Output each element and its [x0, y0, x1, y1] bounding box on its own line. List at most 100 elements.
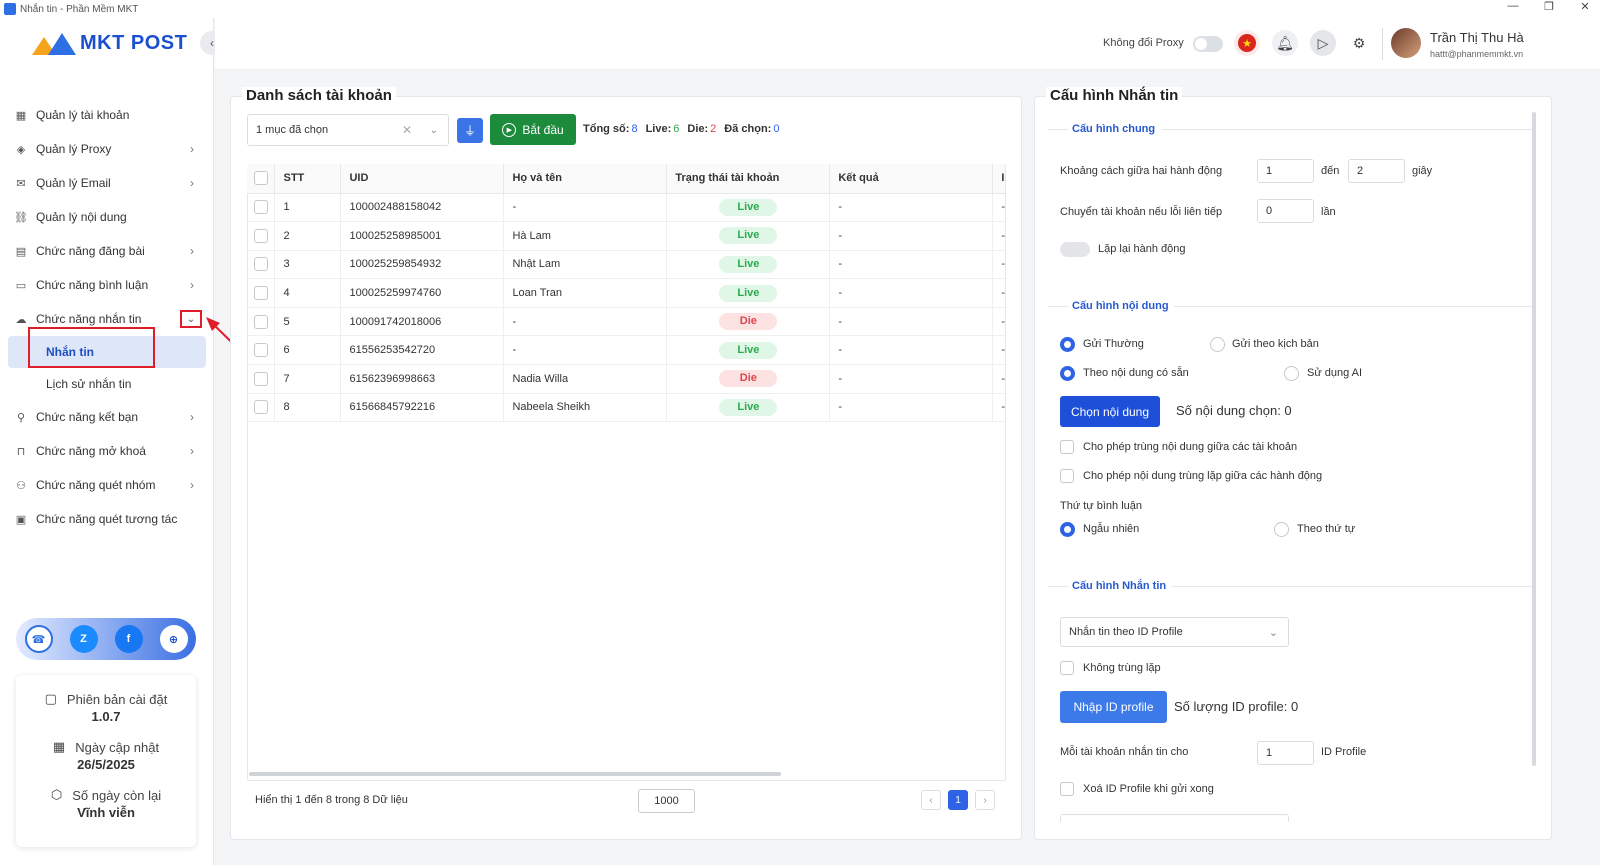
- box-icon: ⬡: [50, 787, 63, 802]
- sidebar-item-label: Chức năng bình luận: [36, 278, 149, 292]
- account-select[interactable]: 1 mục đã chọn ✕ ⌄: [247, 114, 449, 146]
- no-dup-checkbox[interactable]: [1060, 661, 1074, 675]
- sidebar-item-scan-group[interactable]: ⚇ Chức năng quét nhóm ›: [0, 468, 214, 502]
- delay-to-input[interactable]: 2: [1348, 159, 1405, 183]
- chevron-down-icon[interactable]: ⌄: [180, 310, 202, 328]
- start-button[interactable]: ▶ Bắt đầu: [490, 114, 576, 145]
- close-button[interactable]: ✕: [1578, 0, 1592, 13]
- table-row[interactable]: 7 61562396998663 Nadia Willa Die - -: [247, 364, 1005, 394]
- col-result[interactable]: Kết quả: [829, 164, 994, 194]
- by-content-radio[interactable]: [1060, 366, 1075, 381]
- repeat-toggle[interactable]: [1060, 242, 1090, 257]
- sidebar-item-scan-interaction[interactable]: ▣ Chức năng quét tương tác: [0, 502, 214, 536]
- table-row[interactable]: 8 61566845792216 Nabeela Sheikh Live - -: [247, 393, 1005, 423]
- prev-page-button[interactable]: ‹: [921, 790, 941, 810]
- facebook-icon[interactable]: f: [114, 625, 143, 653]
- mail-icon: ✉: [16, 177, 26, 190]
- per-account-input[interactable]: 1: [1257, 741, 1314, 765]
- table-row[interactable]: 2 100025258985001 Hà Lam Live - -: [247, 221, 1005, 251]
- cell-extra: -: [992, 393, 1005, 423]
- col-extra[interactable]: I: [992, 164, 1005, 194]
- col-name[interactable]: Họ và tên: [503, 164, 668, 194]
- row-checkbox[interactable]: [254, 286, 268, 301]
- cell-uid: 61562396998663: [340, 364, 505, 394]
- choose-content-button[interactable]: Chọn nội dung: [1060, 396, 1160, 427]
- bell-icon[interactable]: 🔔︎: [1272, 30, 1298, 56]
- sidebar-item-unlock[interactable]: ⊓ Chức năng mở khoá ›: [0, 434, 214, 468]
- delete-after-checkbox[interactable]: [1060, 782, 1074, 796]
- zalo-icon[interactable]: Z: [69, 625, 98, 653]
- message-mode-select[interactable]: Nhắn tin theo ID Profile ⌄: [1060, 617, 1289, 647]
- row-checkbox[interactable]: [254, 200, 268, 215]
- row-checkbox[interactable]: [254, 228, 268, 243]
- page-button[interactable]: 1: [948, 790, 968, 810]
- vietnam-flag-icon[interactable]: ★: [1234, 30, 1260, 56]
- col-status[interactable]: Trạng thái tài khoản: [666, 164, 831, 194]
- allow-dup-actions-checkbox[interactable]: [1060, 469, 1074, 483]
- top-bar: Không đổi Proxy ★ 🔔︎ ▷ ⚙ Trần Thị Thu Hà…: [215, 18, 1600, 70]
- sidebar-subitem-history[interactable]: Lịch sử nhắn tin: [0, 368, 214, 400]
- row-checkbox[interactable]: [254, 257, 268, 272]
- row-checkbox[interactable]: [254, 400, 268, 415]
- page-size-input[interactable]: 1000: [638, 789, 695, 813]
- chevron-right-icon: ›: [190, 176, 194, 190]
- filter-button[interactable]: ⏚: [457, 118, 483, 143]
- status-badge: Live: [719, 341, 778, 359]
- calendar-icon: ▦: [52, 739, 66, 754]
- table-row[interactable]: 1 100002488158042- Live - -: [247, 193, 1005, 223]
- cell-result: -: [829, 221, 994, 251]
- sidebar-item-accounts[interactable]: ▦ Quản lý tài khoản: [0, 98, 214, 132]
- sequential-radio[interactable]: [1274, 522, 1289, 537]
- row-checkbox-cell: [247, 221, 276, 251]
- switch-account-input[interactable]: 0: [1257, 199, 1314, 223]
- sidebar-item-label: Quản lý Proxy: [36, 142, 112, 156]
- clear-icon[interactable]: ✕: [402, 123, 412, 137]
- vertical-scrollbar[interactable]: [1532, 112, 1536, 766]
- cell-status: Live: [666, 250, 831, 280]
- random-radio[interactable]: [1060, 522, 1075, 537]
- table-row[interactable]: 6 61556253542720- Live - -: [247, 335, 1005, 366]
- chat-icon: ☁: [15, 313, 27, 326]
- cell-uid: 61556253542720: [340, 335, 505, 366]
- gear-icon[interactable]: ⚙: [1346, 30, 1372, 56]
- allow-dup-accounts-checkbox[interactable]: [1060, 440, 1074, 454]
- sidebar-item-email[interactable]: ✉ Quản lý Email ›: [0, 166, 214, 200]
- select-all-checkbox[interactable]: [254, 171, 268, 186]
- row-checkbox[interactable]: [254, 343, 268, 358]
- delay-from-input[interactable]: 1: [1257, 159, 1314, 183]
- chevron-right-icon: ›: [190, 278, 194, 292]
- highlight-box: [28, 327, 155, 368]
- remaining-row: ⬡ Số ngày còn lại: [28, 785, 184, 805]
- sidebar-item-label: Quản lý Email: [36, 176, 111, 190]
- col-uid[interactable]: UID: [340, 164, 505, 194]
- logo[interactable]: MKT POST: [32, 32, 187, 55]
- minimize-button[interactable]: —: [1506, 0, 1520, 13]
- horizontal-scrollbar[interactable]: [249, 772, 781, 776]
- table-row[interactable]: 4 100025259974760 Loan Tran Live - -: [247, 278, 1005, 308]
- sidebar-item-content[interactable]: ⛓ Quản lý nội dung: [0, 200, 214, 234]
- globe-icon[interactable]: ⊕: [159, 625, 188, 653]
- import-id-button[interactable]: Nhập ID profile: [1060, 691, 1167, 723]
- maximize-button[interactable]: ❐: [1542, 0, 1556, 13]
- sidebar-item-post[interactable]: ▤ Chức năng đăng bài ›: [0, 234, 214, 268]
- row-checkbox[interactable]: [254, 314, 268, 329]
- send-normal-radio[interactable]: [1060, 337, 1075, 352]
- sidebar-item-label: Chức năng quét tương tác: [36, 512, 178, 526]
- proxy-toggle[interactable]: [1193, 36, 1223, 52]
- table-row[interactable]: 5 100091742018006- Die - -: [247, 307, 1005, 337]
- sidebar-item-comment[interactable]: ▭ Chức năng bình luận ›: [0, 268, 214, 302]
- table-row[interactable]: 3 100025259854932 Nhật Lam Live - -: [247, 250, 1005, 280]
- sidebar-item-proxy[interactable]: ◈ Quản lý Proxy ›: [0, 132, 214, 166]
- play-circle-icon[interactable]: ▷: [1310, 30, 1336, 56]
- use-ai-radio[interactable]: [1284, 366, 1299, 381]
- avatar[interactable]: [1391, 28, 1421, 58]
- next-page-button[interactable]: ›: [975, 790, 995, 810]
- row-checkbox[interactable]: [254, 371, 268, 386]
- support-icon[interactable]: ☎: [24, 625, 53, 653]
- cell-result: -: [829, 307, 994, 337]
- row-checkbox-cell: [247, 307, 276, 337]
- cell-status: Die: [666, 307, 831, 337]
- col-stt[interactable]: STT: [274, 164, 342, 194]
- sidebar-item-friends[interactable]: ⚲ Chức năng kết bạn ›: [0, 400, 214, 434]
- send-script-radio[interactable]: [1210, 337, 1225, 352]
